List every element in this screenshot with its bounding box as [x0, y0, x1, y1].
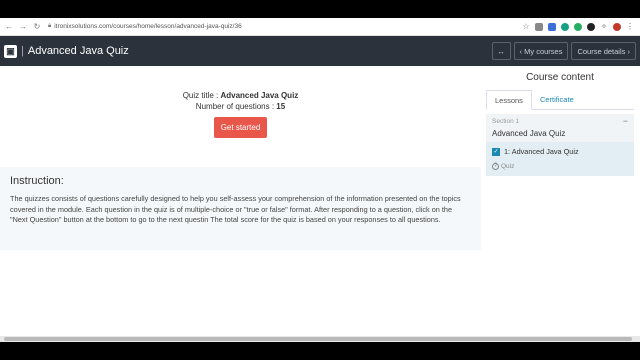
question-circle-icon: ?: [492, 163, 499, 170]
back-icon[interactable]: ←: [4, 22, 14, 32]
instruction-panel: Instruction: The quizzes consists of que…: [0, 167, 481, 250]
quiz-questions-value: 15: [276, 102, 286, 111]
browser-window: ← → ↻ 🔒︎ itronixsolutions.com/courses/ho…: [0, 18, 640, 342]
sidebar-tabs: Lessons Certificate: [486, 90, 634, 110]
screen: ← → ↻ 🔒︎ itronixsolutions.com/courses/ho…: [0, 0, 640, 360]
url-text[interactable]: itronixsolutions.com/courses/home/lesson…: [54, 23, 242, 30]
dark-extension-icon[interactable]: [587, 22, 595, 31]
puzzle-extensions-icon[interactable]: ✧: [600, 22, 608, 31]
quiz-questions-label: Number of questions :: [195, 102, 277, 111]
chevron-right-icon: ›: [625, 46, 630, 56]
blue-extension-icon[interactable]: [548, 22, 556, 31]
bookmark-star-icon[interactable]: ☆: [522, 22, 530, 31]
tab-lessons[interactable]: Lessons: [486, 90, 532, 110]
my-courses-label: My courses: [524, 46, 563, 56]
profile-avatar-icon[interactable]: [613, 22, 621, 31]
lesson-name: 1: Advanced Java Quiz: [504, 147, 579, 156]
collapse-icon[interactable]: −: [623, 116, 628, 126]
app-header: ▣ | Advanced Java Quiz ↔ ‹ My courses Co…: [0, 36, 640, 66]
quiz-title-label: Quiz title :: [182, 91, 221, 100]
lesson-checkbox-icon[interactable]: ✓: [492, 147, 500, 156]
section-header[interactable]: Section 1 − Advanced Java Quiz: [486, 114, 634, 142]
tab-certificate[interactable]: Certificate: [532, 90, 582, 109]
menu-dots-icon[interactable]: ⋮: [626, 22, 634, 31]
section-name: Advanced Java Quiz: [492, 129, 566, 138]
scrollbar-thumb[interactable]: [4, 337, 632, 341]
get-started-button[interactable]: Get started: [213, 117, 268, 138]
my-courses-button[interactable]: ‹ My courses: [513, 42, 569, 60]
course-details-button[interactable]: Course details ›: [571, 42, 636, 60]
site-logo-icon[interactable]: ▣: [4, 44, 17, 58]
lesson-type-label: Quiz: [501, 163, 515, 170]
url-field[interactable]: 🔒︎ itronixsolutions.com/courses/home/les…: [48, 23, 522, 30]
header-separator: |: [21, 45, 24, 57]
sidebar-title: Course content: [526, 72, 594, 83]
lesson-item[interactable]: ✓ 1: Advanced Java Quiz ? Quiz: [486, 142, 634, 176]
address-bar: ← → ↻ 🔒︎ itronixsolutions.com/courses/ho…: [0, 18, 640, 36]
quiz-title-value: Advanced Java Quiz: [220, 91, 299, 100]
main-content: Quiz title : Advanced Java Quiz Number o…: [0, 66, 481, 342]
green-extension-icon[interactable]: [574, 22, 582, 31]
quiz-questions-line: Number of questions : 15: [0, 101, 481, 112]
expand-button[interactable]: ↔: [491, 42, 511, 60]
expand-arrows-icon: ↔: [497, 46, 505, 56]
teal-extension-icon[interactable]: [561, 22, 569, 31]
quiz-title-line: Quiz title : Advanced Java Quiz: [0, 90, 481, 101]
forward-icon[interactable]: →: [18, 22, 28, 32]
header-actions: ↔ ‹ My courses Course details ›: [491, 42, 636, 60]
section-label: Section 1: [492, 118, 520, 125]
camera-extension-icon[interactable]: [535, 22, 543, 31]
lesson-type: ? Quiz: [492, 163, 628, 170]
horizontal-scrollbar[interactable]: [0, 336, 640, 342]
lock-icon: 🔒︎: [48, 23, 52, 29]
reload-icon[interactable]: ↻: [32, 22, 42, 32]
course-details-label: Course details: [577, 46, 626, 56]
course-content-sidebar: Course content Lessons Certificate Secti…: [486, 66, 634, 342]
extensions-bar: ☆ ✧ ⋮: [522, 22, 634, 31]
page-title: Advanced Java Quiz: [27, 45, 129, 57]
instruction-heading: Instruction:: [10, 175, 64, 187]
lesson-row: ✓ 1: Advanced Java Quiz: [492, 147, 628, 156]
quiz-summary: Quiz title : Advanced Java Quiz Number o…: [0, 66, 481, 167]
instruction-text: The quizzes consists of questions carefu…: [10, 194, 461, 224]
